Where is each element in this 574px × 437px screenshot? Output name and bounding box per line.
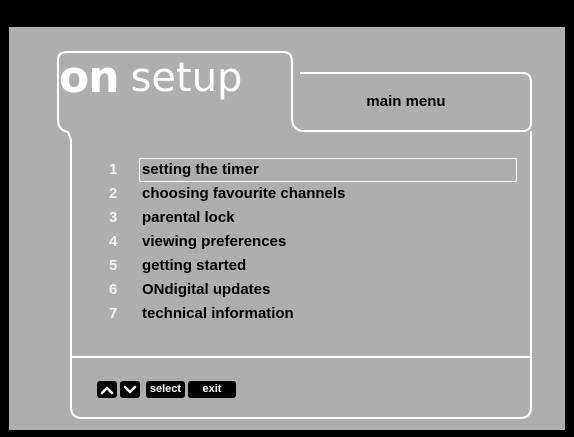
remote-controls-bar: select exit — [97, 381, 236, 398]
menu-item-number: 5 — [109, 256, 118, 274]
on-setup-logo: on setup — [59, 52, 243, 103]
menu-item-parental-lock[interactable]: 3 parental lock — [105, 205, 517, 229]
page-title: main menu — [366, 93, 446, 110]
menu-item-ondigital-updates[interactable]: 6 ONdigital updates — [105, 277, 517, 301]
menu-item-technical-information[interactable]: 7 technical information — [105, 301, 517, 325]
menu-item-label: ONdigital updates — [142, 280, 271, 298]
logo-setup-text: setup — [130, 55, 243, 101]
menu-item-label: technical information — [142, 304, 294, 322]
main-menu-list: 1 setting the timer 2 choosing favourite… — [105, 157, 517, 325]
menu-item-getting-started[interactable]: 5 getting started — [105, 253, 517, 277]
logo-on-text: on — [59, 52, 120, 103]
menu-item-viewing-preferences[interactable]: 4 viewing preferences — [105, 229, 517, 253]
down-button[interactable] — [120, 381, 140, 398]
menu-item-number: 2 — [109, 184, 118, 202]
menu-item-number: 3 — [109, 208, 118, 226]
menu-item-label: setting the timer — [142, 160, 259, 178]
menu-item-number: 7 — [109, 304, 118, 322]
menu-item-setting-the-timer[interactable]: 1 setting the timer — [105, 157, 517, 182]
menu-item-number: 4 — [109, 232, 118, 250]
chevron-down-icon — [123, 385, 137, 393]
menu-item-label: getting started — [142, 256, 247, 274]
select-button[interactable]: select — [146, 381, 185, 398]
menu-item-label: viewing preferences — [142, 232, 287, 250]
menu-item-choosing-favourite-channels[interactable]: 2 choosing favourite channels — [105, 181, 517, 205]
exit-button[interactable]: exit — [188, 381, 236, 398]
chevron-up-icon — [100, 386, 114, 394]
menu-item-number: 1 — [109, 160, 118, 178]
menu-item-label: parental lock — [142, 208, 235, 226]
menu-item-label: choosing favourite channels — [142, 184, 346, 202]
menu-item-number: 6 — [109, 280, 118, 298]
up-button[interactable] — [97, 381, 117, 398]
